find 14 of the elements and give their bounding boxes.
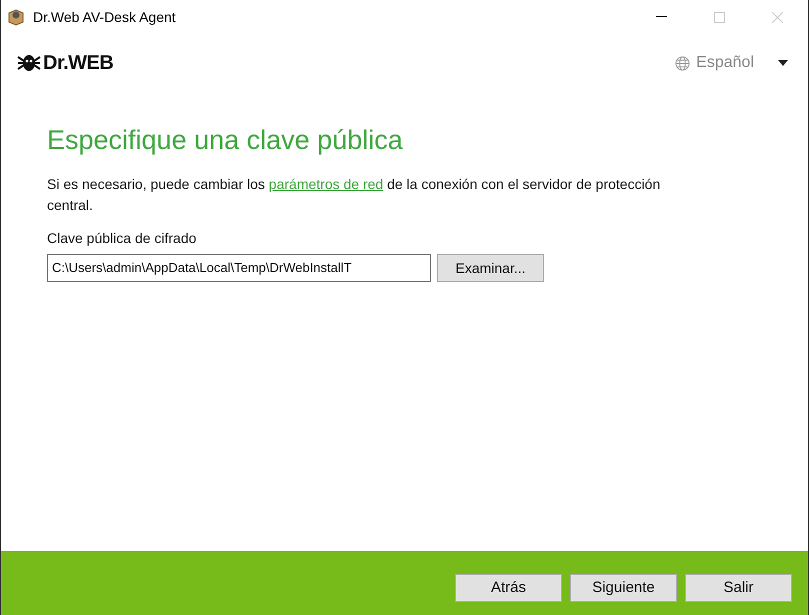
intro-text: Si es necesario, puede cambiar los parámetros de red de la conexión con el servidor de protección central. — [47, 175, 662, 215]
key-path-field[interactable]: C:\Users\admin\AppData\Local\Temp\DrWebInstallT — [47, 254, 431, 282]
caret-icon — [778, 60, 788, 66]
logo-text: Dr.WEB — [43, 51, 114, 76]
footer-button[interactable]: Siguiente — [570, 574, 677, 602]
window-title: Dr.Web AV-Desk Agent — [33, 8, 176, 27]
key-field-label: Clave pública de cifrado — [47, 229, 198, 248]
footer-button[interactable]: Salir — [685, 574, 792, 602]
page-heading: Especifique una clave pública — [47, 124, 404, 157]
globe-icon — [675, 56, 690, 70]
box-icon — [7, 8, 25, 26]
footer-button[interactable]: Atrás — [455, 574, 562, 602]
browse-button[interactable]: Examinar... — [437, 254, 544, 282]
spider-logo-icon — [17, 54, 41, 72]
